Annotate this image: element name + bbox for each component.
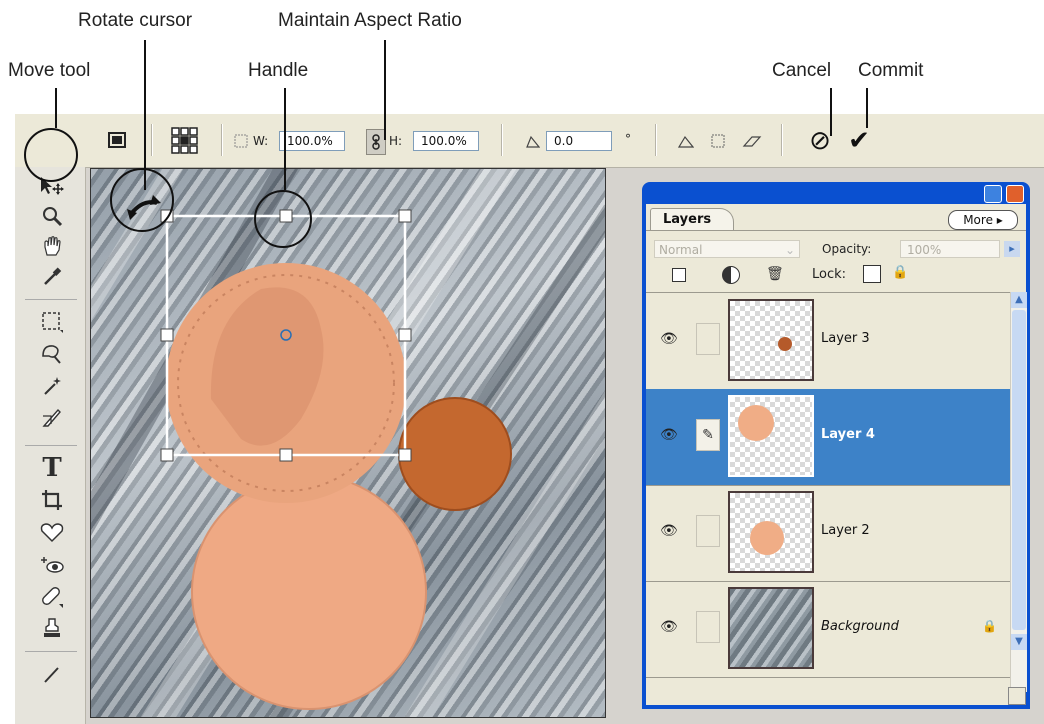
height-field[interactable]: 100.0% xyxy=(413,131,479,151)
visibility-eye-icon[interactable]: 👁 xyxy=(660,427,678,443)
blend-mode-select[interactable]: Normal ⌄ xyxy=(654,240,800,258)
layer-row[interactable]: 👁 Layer 2 xyxy=(646,485,1010,582)
degree-symbol: ° xyxy=(625,132,631,146)
pencil-tool-icon[interactable] xyxy=(35,659,69,689)
skew-vertical-icon[interactable] xyxy=(709,132,727,150)
type-tool-icon[interactable]: T xyxy=(35,453,69,483)
layer-lock-icon: 🔒 xyxy=(982,619,997,633)
link-box[interactable] xyxy=(696,611,720,643)
callout-maintain-aspect-ratio: Maintain Aspect Ratio xyxy=(278,10,462,31)
lock-all-icon[interactable]: 🔒 xyxy=(892,265,908,281)
layer-row[interactable]: 👁 Background 🔒 xyxy=(646,581,1010,678)
scroll-thumb[interactable] xyxy=(1012,310,1026,630)
layers-scrollbar[interactable]: ▲ ▼ xyxy=(1010,292,1027,692)
width-label: W: xyxy=(253,134,269,148)
highlight-handle xyxy=(254,190,312,248)
opacity-arrow-icon[interactable]: ▸ xyxy=(1004,241,1020,257)
tool-preset-icon[interactable] xyxy=(103,128,131,152)
more-button[interactable]: More ▸ xyxy=(948,210,1018,230)
width-field[interactable]: 100.0% xyxy=(279,131,345,151)
brush-link-icon[interactable]: ✎ xyxy=(696,419,720,451)
layer-thumbnail xyxy=(728,299,814,381)
layer-row[interactable]: 👁 Layer 3 xyxy=(646,293,1010,390)
opacity-field[interactable]: 100% xyxy=(900,240,1000,258)
maintain-aspect-ratio-link-icon[interactable] xyxy=(366,129,386,155)
leader-cancel xyxy=(830,88,832,136)
layers-panel: Layers More ▸ Normal ⌄ Opacity: 100% ▸ 🗑… xyxy=(642,182,1030,709)
panel-minimize-button[interactable] xyxy=(984,185,1002,203)
eyedropper-tool-icon[interactable] xyxy=(35,261,69,291)
layer-name: Layer 3 xyxy=(821,331,870,346)
slice-tool-icon[interactable] xyxy=(35,403,69,433)
highlight-move-tool xyxy=(24,128,78,182)
callout-move-tool: Move tool xyxy=(8,60,91,81)
callout-rotate-cursor: Rotate cursor xyxy=(78,10,193,31)
spot-healing-tool-icon[interactable] xyxy=(35,581,69,611)
link-box[interactable] xyxy=(696,515,720,547)
visibility-eye-icon[interactable]: 👁 xyxy=(660,523,678,539)
crop-tool-icon[interactable] xyxy=(35,485,69,515)
layer-thumbnail xyxy=(728,587,814,669)
layer-name: Background xyxy=(821,619,899,634)
commit-transform-icon[interactable]: ✔ xyxy=(843,126,875,156)
visibility-eye-icon[interactable]: 👁 xyxy=(660,619,678,635)
layer-name: Layer 2 xyxy=(821,523,870,538)
quick-selection-tool-icon[interactable] xyxy=(35,339,69,369)
opacity-value: 100% xyxy=(907,243,942,257)
skew-horizontal-icon[interactable] xyxy=(677,132,695,150)
leader-maintain-aspect-ratio xyxy=(384,40,386,140)
callout-commit: Commit xyxy=(858,60,924,81)
reference-point-location-icon xyxy=(233,133,249,149)
red-eye-tool-icon[interactable] xyxy=(35,549,69,579)
new-layer-icon[interactable] xyxy=(672,268,686,282)
layers-list: 👁 Layer 3 👁 ✎ Layer 4 👁 Layer 2 👁 Backgr… xyxy=(646,292,1010,693)
lock-label: Lock: xyxy=(812,267,847,282)
zoom-tool-icon[interactable] xyxy=(35,201,69,231)
leader-handle xyxy=(284,88,286,190)
layer-thumbnail xyxy=(728,491,814,573)
warp-icon[interactable] xyxy=(741,132,763,150)
options-bar: W: 100.0% H: 100.0% 0.0 ° ⊘ ✔ xyxy=(15,114,1044,168)
reference-point-grid-icon[interactable] xyxy=(169,126,201,154)
leader-commit xyxy=(866,88,868,128)
blend-mode-value: Normal xyxy=(659,243,703,257)
healing-brush-tool-icon[interactable] xyxy=(35,517,69,547)
visibility-eye-icon[interactable]: 👁 xyxy=(660,331,678,347)
tab-layers-label: Layers xyxy=(663,212,712,227)
resize-grip-icon[interactable] xyxy=(1008,687,1026,705)
large-coin-back xyxy=(192,475,426,709)
link-box[interactable] xyxy=(696,323,720,355)
adjustment-layer-icon[interactable] xyxy=(722,266,740,284)
magic-wand-tool-icon[interactable] xyxy=(35,371,69,401)
clone-stamp-tool-icon[interactable] xyxy=(35,613,69,643)
toolbox: T xyxy=(15,167,86,724)
callout-cancel: Cancel xyxy=(772,60,832,81)
hand-tool-icon[interactable] xyxy=(35,231,69,261)
trash-icon[interactable]: 🗑 xyxy=(766,266,784,282)
more-button-label: More xyxy=(963,213,993,227)
height-label: H: xyxy=(389,134,403,148)
layer-row-selected[interactable]: 👁 ✎ Layer 4 xyxy=(646,389,1010,486)
rotate-angle-field[interactable]: 0.0 xyxy=(546,131,612,151)
document-canvas[interactable] xyxy=(90,168,606,718)
marquee-tool-icon[interactable] xyxy=(35,307,69,337)
highlight-rotate-cursor xyxy=(110,168,174,232)
scroll-down-arrow-icon[interactable]: ▼ xyxy=(1011,634,1027,650)
chevron-down-icon: ⌄ xyxy=(784,243,795,257)
lock-transparency-icon[interactable] xyxy=(863,265,881,283)
panel-close-button[interactable] xyxy=(1006,185,1024,203)
rotate-angle-icon xyxy=(525,133,541,149)
layer-name: Layer 4 xyxy=(821,427,875,442)
callout-handle: Handle xyxy=(248,60,309,81)
tab-layers[interactable]: Layers xyxy=(650,208,734,231)
leader-move-tool xyxy=(55,88,57,128)
scroll-up-arrow-icon[interactable]: ▲ xyxy=(1011,292,1027,308)
layer-thumbnail xyxy=(728,395,814,477)
opacity-label: Opacity: xyxy=(822,242,872,256)
